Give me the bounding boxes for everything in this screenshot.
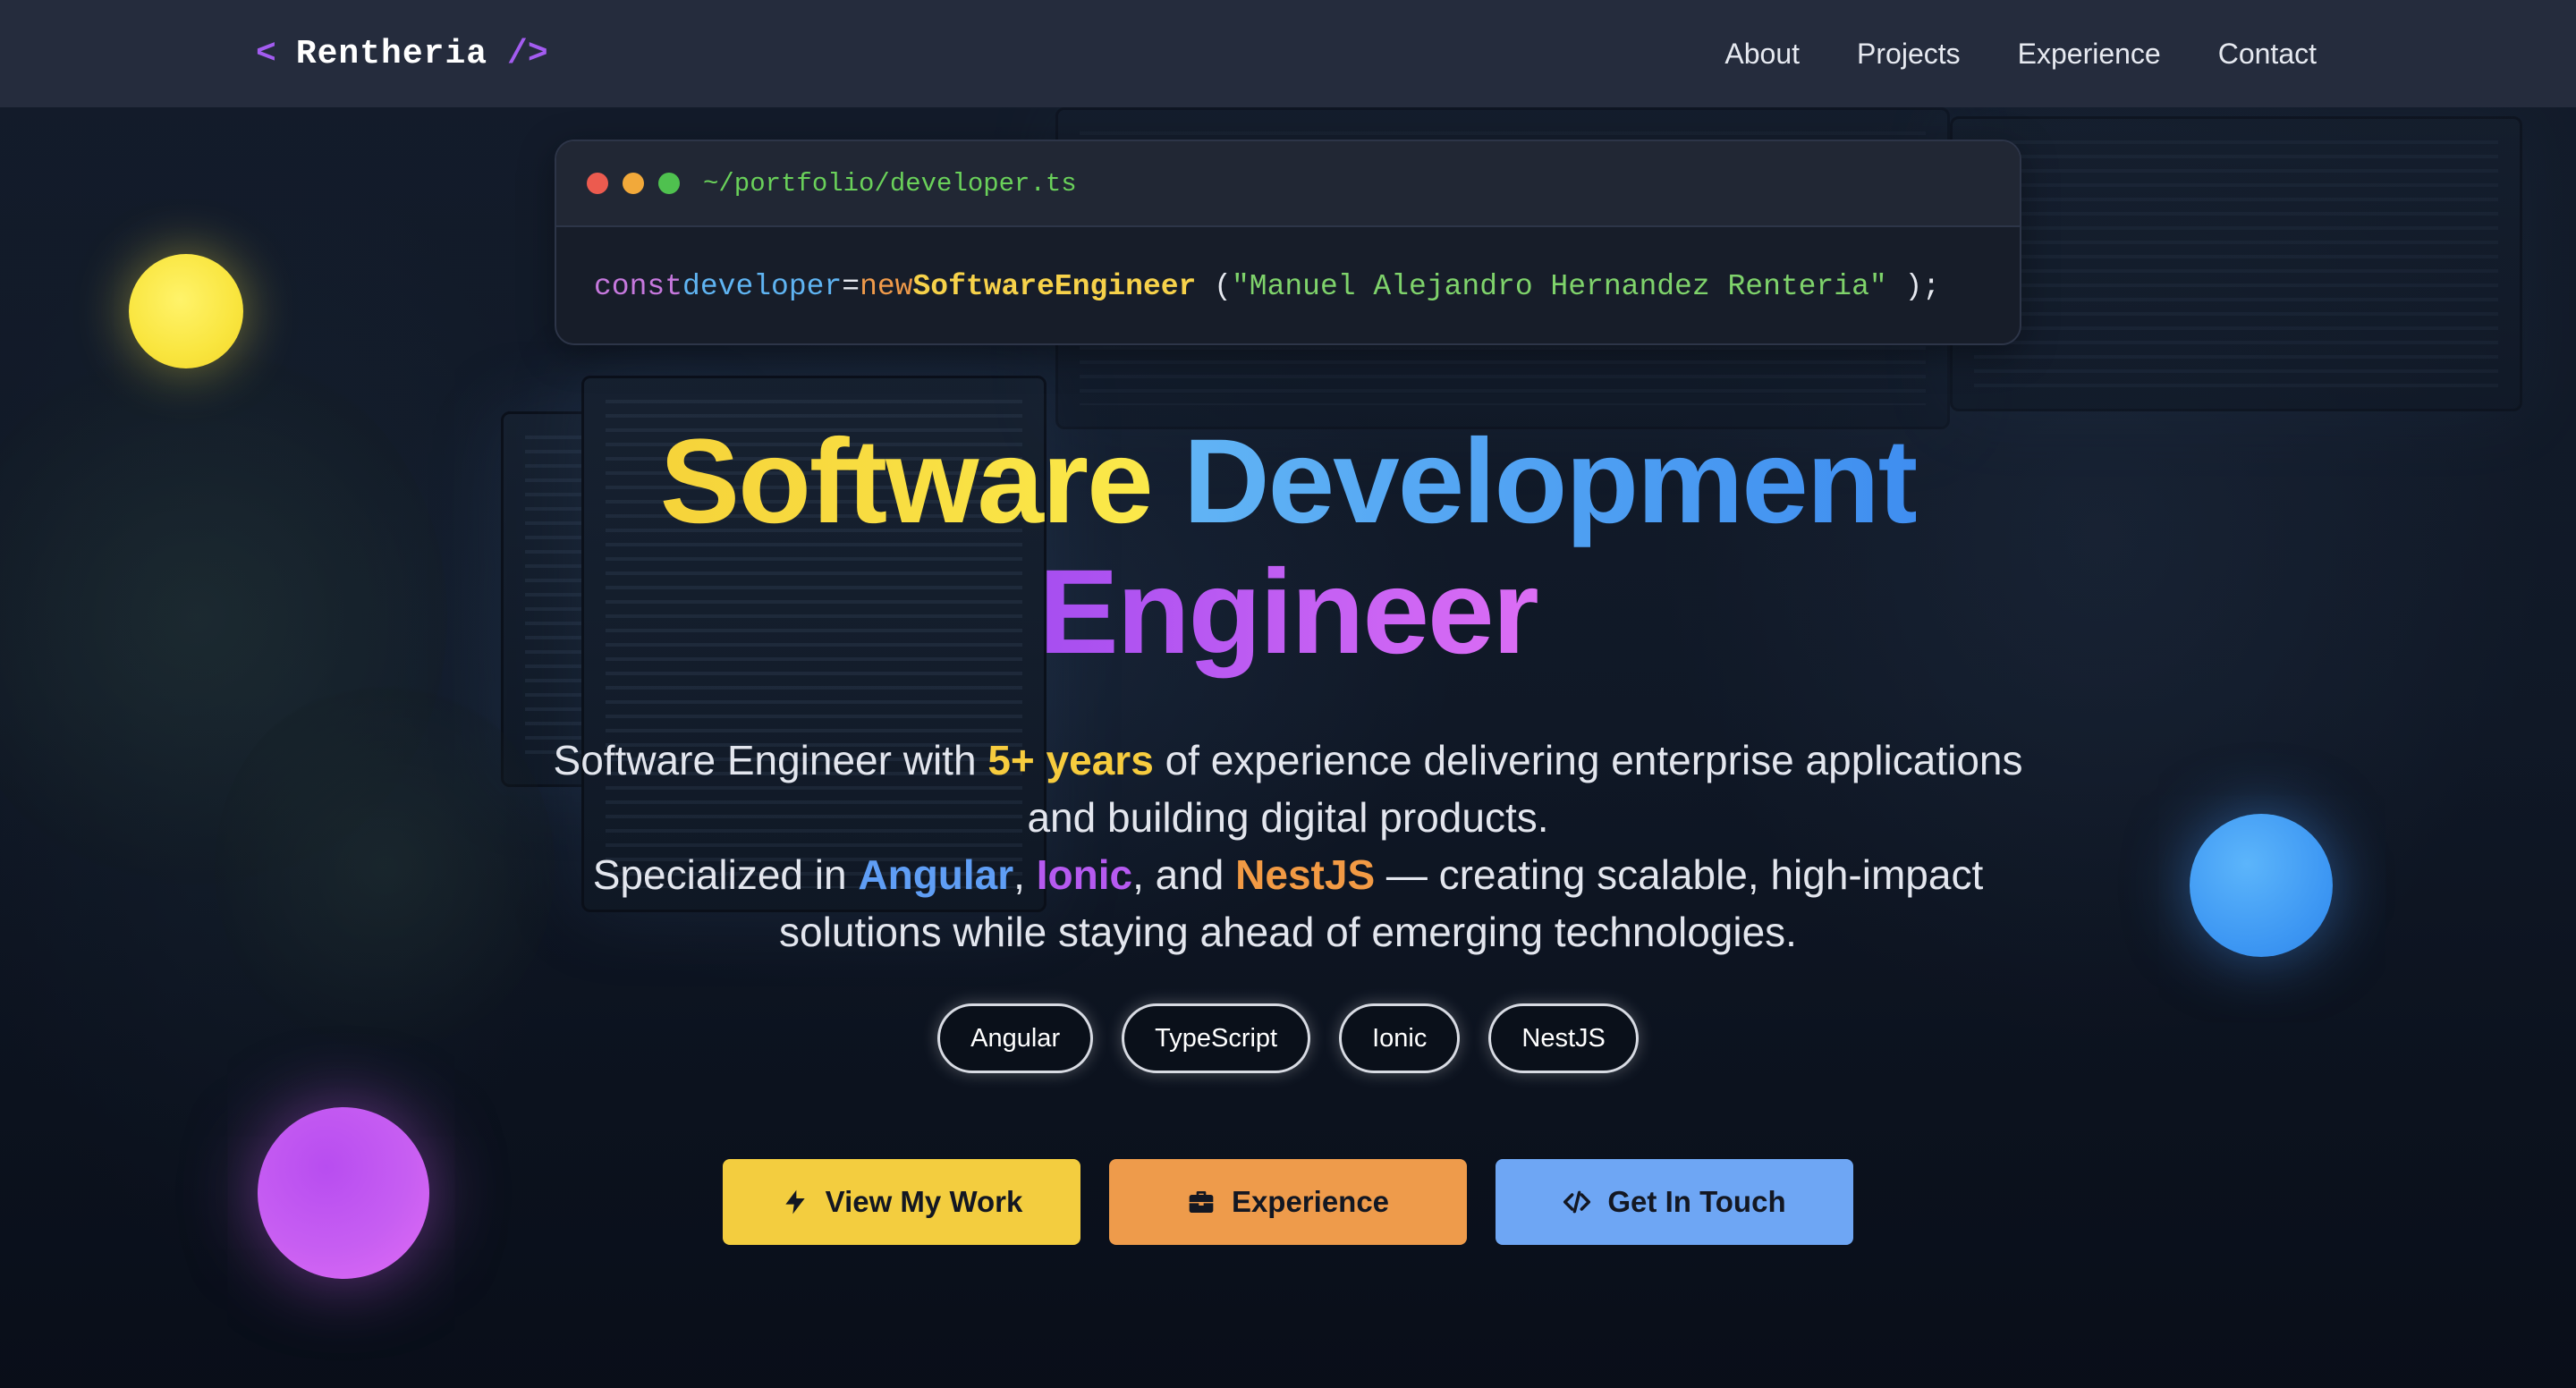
tech-pills: Angular TypeScript Ionic NestJS — [0, 1003, 2576, 1073]
nav-link-about[interactable]: About — [1724, 38, 1800, 71]
hero-headline-line1: Software Development — [0, 413, 2576, 550]
highlight-ionic: Ionic — [1036, 851, 1133, 898]
bolt-icon — [784, 1189, 805, 1214]
experience-label: Experience — [1231, 1185, 1390, 1218]
logo-open-bracket: < — [256, 34, 276, 73]
code-string: "Manuel Alejandro Hernandez Renteria" — [1231, 269, 1887, 303]
description-line: Specialized in Angular, Ionic, and NestJ… — [501, 846, 2075, 903]
code-icon — [1563, 1190, 1591, 1214]
experience-button[interactable]: Experience — [1109, 1159, 1467, 1245]
headline-word-development: Development — [1182, 415, 1918, 548]
logo-close-bracket: /> — [507, 34, 548, 73]
code-open-paren: ( — [1196, 269, 1232, 303]
nav-link-experience[interactable]: Experience — [2018, 38, 2161, 71]
window-close-dot-icon — [587, 173, 608, 194]
description-text: Specialized in — [592, 851, 859, 898]
hero-description: Software Engineer with 5+ years of exper… — [501, 732, 2075, 961]
highlight-angular: Angular — [858, 851, 1014, 898]
view-my-work-label: View My Work — [825, 1185, 1023, 1218]
view-my-work-button[interactable]: View My Work — [723, 1159, 1080, 1245]
site-logo[interactable]: < Rentheria /> — [256, 35, 548, 73]
tech-pill-typescript: TypeScript — [1122, 1003, 1311, 1073]
description-line: and building digital products. — [1027, 794, 1549, 841]
description-text: Software Engineer with — [553, 737, 988, 783]
logo-name: Rentheria — [295, 34, 488, 73]
code-operator: = — [842, 269, 860, 303]
code-line: const developer = new SoftwareEngineer (… — [556, 227, 2020, 343]
portfolio-page: < Rentheria /> About Projects Experience… — [0, 0, 2576, 1388]
description-line: Software Engineer with 5+ years of exper… — [501, 732, 2075, 789]
nav-links: About Projects Experience Contact — [1724, 38, 2317, 71]
decorative-yellow-orb — [129, 254, 243, 368]
headline-word-engineer: Engineer — [1038, 546, 1538, 679]
code-keyword-const: const — [594, 269, 683, 303]
code-window: ~/portfolio/developer.ts const developer… — [555, 140, 2021, 345]
tech-pill-ionic: Ionic — [1339, 1003, 1461, 1073]
highlight-years: 5+ years — [987, 737, 1154, 783]
code-variable: developer — [682, 269, 843, 303]
top-nav: < Rentheria /> About Projects Experience… — [0, 0, 2576, 107]
get-in-touch-button[interactable]: Get In Touch — [1496, 1159, 1853, 1245]
window-maximize-dot-icon — [658, 173, 680, 194]
description-line: solutions while staying ahead of emergin… — [779, 909, 1797, 955]
decorative-purple-orb — [258, 1107, 429, 1279]
briefcase-icon — [1189, 1191, 1214, 1213]
hero-headline-line2: Engineer — [0, 544, 2576, 681]
nav-link-contact[interactable]: Contact — [2218, 38, 2317, 71]
cta-buttons: View My Work Experience Get In Touch — [723, 1159, 1853, 1245]
nav-link-projects[interactable]: Projects — [1857, 38, 1961, 71]
code-window-header: ~/portfolio/developer.ts — [556, 141, 2020, 227]
headline-word-software: Software — [659, 415, 1154, 548]
description-text: , and — [1132, 851, 1236, 898]
background-monitor — [1950, 116, 2522, 411]
description-text: — creating scalable, high-impact — [1375, 851, 1984, 898]
decorative-blue-orb — [2190, 814, 2333, 957]
code-keyword-new: new — [860, 269, 913, 303]
code-close: ); — [1886, 269, 1941, 303]
code-file-path: ~/portfolio/developer.ts — [703, 168, 1077, 199]
tech-pill-angular: Angular — [937, 1003, 1094, 1073]
description-text: , — [1013, 851, 1037, 898]
code-class-name: SoftwareEngineer — [912, 269, 1197, 303]
tech-pill-nestjs: NestJS — [1488, 1003, 1639, 1073]
get-in-touch-label: Get In Touch — [1607, 1185, 1786, 1218]
highlight-nestjs: NestJS — [1235, 851, 1376, 898]
window-minimize-dot-icon — [623, 173, 644, 194]
description-text: of experience delivering enterprise appl… — [1153, 737, 2023, 783]
